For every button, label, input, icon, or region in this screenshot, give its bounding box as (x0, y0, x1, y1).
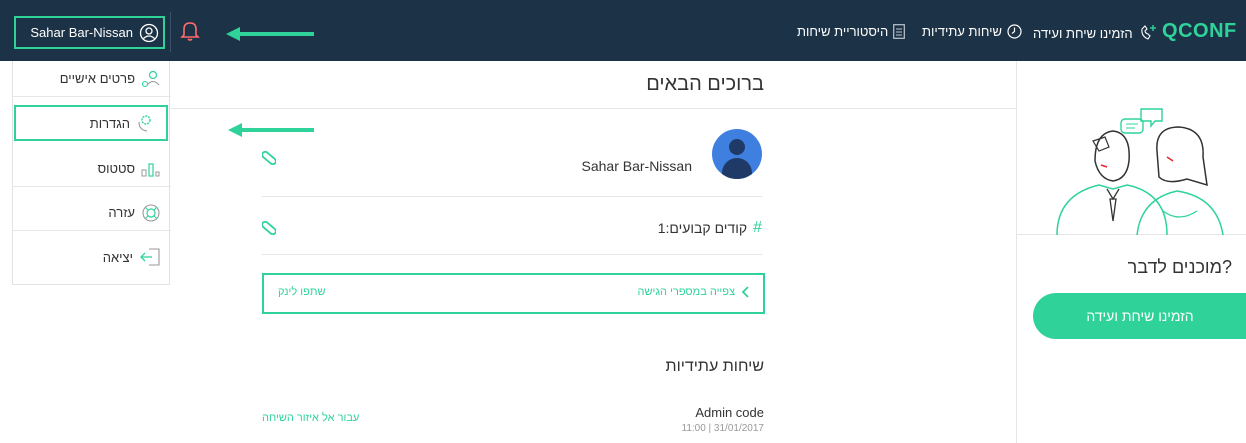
right-panel: מוכנים לדבר? הזמינו שיחת ועידה (1016, 61, 1246, 443)
ready-to-talk-title: מוכנים לדבר? (1127, 257, 1232, 277)
logout-icon (140, 248, 160, 266)
settings-icon (138, 115, 151, 132)
view-access-numbers-label: צפייה במספרי הגישה (637, 286, 735, 298)
person-icon (141, 70, 160, 87)
profile-name: Sahar Bar-Nissan (581, 158, 693, 174)
annotation-arrow-top (226, 27, 314, 41)
phone-plus-icon (1140, 25, 1156, 40)
nav-invite[interactable]: הזמינו שיחת ועידה (1033, 24, 1158, 42)
user-avatar-icon (139, 23, 159, 42)
conversation-illustration (1056, 108, 1224, 236)
menu-item-label: סטטוס (97, 161, 135, 176)
qconf-logo[interactable]: QCONF (1162, 20, 1237, 43)
codes-row: קודים קבועים:1 # (262, 197, 762, 255)
people-illustration (1017, 61, 1246, 236)
conference-time: 11:00 | 31/01/2017 (681, 423, 765, 434)
conference-code: Admin code (695, 405, 764, 420)
document-icon (893, 24, 906, 39)
menu-item-settings[interactable]: הגדרות (14, 105, 168, 141)
nav-history-label: היסטוריית שיחות (797, 24, 889, 39)
menu-item-help[interactable]: עזרה (13, 195, 171, 231)
content-header: ברוכים הבאים (170, 61, 1016, 109)
edit-codes-icon[interactable] (262, 221, 276, 235)
menu-item-logout[interactable]: יציאה (13, 239, 171, 275)
avatar (712, 129, 762, 179)
logo-text: CONF (1178, 20, 1237, 42)
goto-call-area-link[interactable]: עבור אל איזור השיחה (262, 412, 359, 424)
topbar-divider (170, 12, 171, 52)
menu-item-personal[interactable]: פרטים אישיים (13, 61, 171, 97)
help-icon (142, 203, 160, 222)
main-content: ברוכים הבאים Sahar Bar-Nissan קודים קבוע… (170, 61, 1016, 443)
nav-future-label: שיחות עתידיות (922, 24, 1002, 39)
future-calls-title: שיחות עתידיות (665, 358, 764, 375)
user-dropdown-menu: פרטים אישיים הגדרות סטטוס עזרה יציאה (12, 61, 171, 285)
fixed-codes-label: קודים קבועים:1 (657, 220, 748, 236)
user-menu-button[interactable]: Sahar Bar-Nissan (14, 16, 165, 49)
profile-row: Sahar Bar-Nissan (262, 129, 762, 197)
page-title: ברוכים הבאים (646, 73, 764, 95)
menu-item-label: הגדרות (89, 115, 130, 131)
logo-q: Q (1162, 20, 1179, 42)
menu-item-label: עזרה (108, 205, 135, 220)
hash-icon: # (753, 219, 762, 236)
fixed-codes: קודים קבועים:1 # (658, 219, 762, 237)
share-link[interactable]: שתפו לינק (278, 286, 326, 298)
menu-item-label: פרטים אישיים (59, 71, 135, 86)
top-bar: Sahar Bar-Nissan היסטוריית שיחות שיחות ע… (0, 0, 1246, 61)
nav-invite-label: הזמינו שיחת ועידה (1033, 25, 1133, 41)
nav-history[interactable]: היסטוריית שיחות (797, 24, 906, 39)
bell-icon[interactable] (180, 20, 200, 42)
menu-item-label: יציאה (102, 249, 133, 265)
user-name: Sahar Bar-Nissan (30, 25, 133, 40)
chevron-left-icon (741, 286, 749, 298)
nav-future[interactable]: שיחות עתידיות (922, 24, 1022, 39)
access-link-box: שתפו לינק צפייה במספרי הגישה (262, 273, 765, 314)
status-icon (141, 162, 160, 177)
invite-conference-button[interactable]: הזמינו שיחת ועידה (1033, 293, 1246, 339)
menu-item-status[interactable]: סטטוס (13, 151, 171, 187)
edit-profile-icon[interactable] (262, 151, 276, 165)
view-access-numbers-link[interactable]: צפייה במספרי הגישה (638, 286, 749, 298)
clock-icon (1007, 24, 1022, 39)
